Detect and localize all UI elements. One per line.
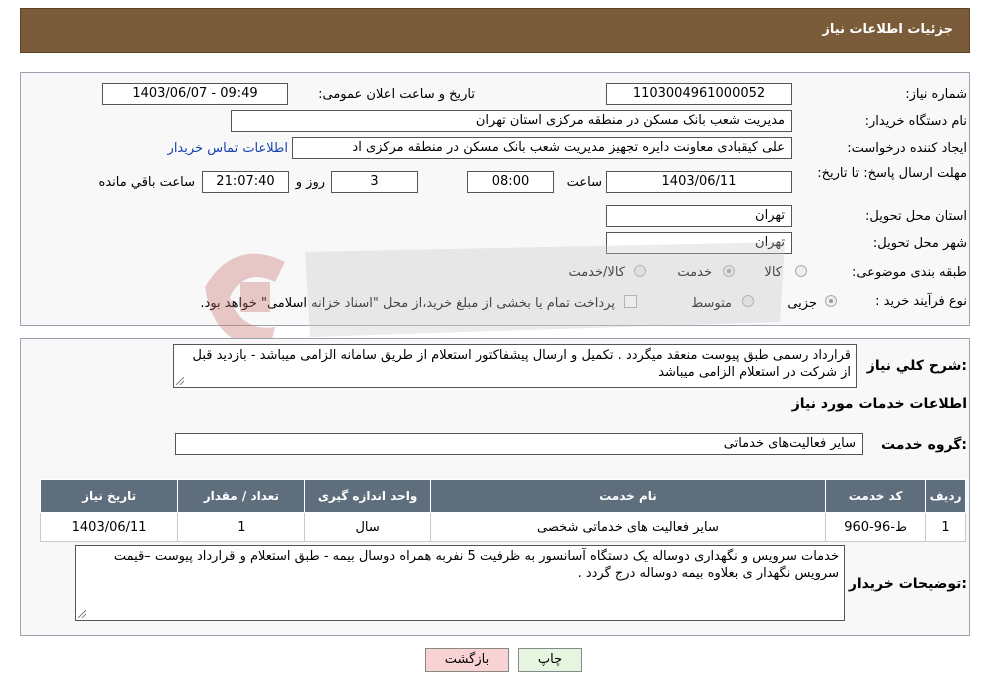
cell-service-code: ط-96-960 [825,512,927,542]
col-need-date: تاريخ نياز [39,479,179,513]
buyer-name-field[interactable]: مدیریت شعب بانک مسکن در منطقه مرکزی استا… [231,110,792,132]
remaining-time-field[interactable]: 21:07:40 [202,171,289,193]
process-type-label: نوع فرآیند خرید : [875,294,967,309]
remaining-days-field[interactable]: 3 [331,171,418,193]
category-service-radio[interactable] [723,265,735,277]
col-row-number: رديف [925,479,966,513]
deadline-time-field[interactable]: 08:00 [467,171,554,193]
buyer-notes-textarea[interactable]: خدمات سرویس و نگهداری دوساله یک دستگاه آ… [75,545,845,621]
category-goods-label: کالا [764,265,782,280]
resize-grip-icon[interactable] [78,610,86,618]
category-goods-radio[interactable] [795,265,807,277]
need-number-field[interactable]: 1103004961000052 [606,83,792,105]
service-group-label: گروه خدمت: [881,437,967,453]
col-unit: واحد اندازه گيری [304,479,431,513]
city-field[interactable]: تهران [606,232,792,254]
category-goods-service-label: کالا/خدمت [568,265,625,280]
col-service-name: نام خدمت [429,479,827,513]
col-quantity: تعداد / مقدار [177,479,306,513]
process-medium-label: متوسط [691,296,732,311]
announce-date-field[interactable]: 1403/06/07 - 09:49 [102,83,288,105]
process-minor-radio[interactable] [825,295,837,307]
province-field[interactable]: تهران [606,205,792,227]
cell-quantity: 1 [177,512,306,542]
col-service-code: كد خدمت [825,479,927,513]
process-medium-radio[interactable] [742,295,754,307]
deadline-label: مهلت ارسال پاسخ: تا تاریخ: [817,166,967,181]
category-label: طبقه بندی موضوعی: [851,265,967,280]
buyer-contact-link[interactable]: اطلاعات تماس خریدار [168,141,288,156]
print-button[interactable]: چاپ [518,648,582,672]
table-row: 1403/06/11 1 سال سایر فعالیت های خدماتی … [39,512,966,542]
cell-need-date: 1403/06/11 [39,512,179,542]
deadline-date-field[interactable]: 1403/06/11 [606,171,792,193]
cell-row-number: 1 [925,512,966,542]
creator-label: ایجاد کننده درخواست: [847,141,967,156]
cell-service-name: سایر فعالیت های خدماتی شخصی [429,512,827,542]
table-header-row: تاريخ نياز تعداد / مقدار واحد اندازه گير… [39,479,966,513]
creator-field[interactable]: علی کیقبادی معاونت دایره تجهیز مدیریت شع… [292,137,792,159]
buyer-name-label: نام دستگاه خریدار: [864,114,967,129]
announce-date-label: تاریخ و ساعت اعلان عمومی: [318,87,475,102]
services-table: تاريخ نياز تعداد / مقدار واحد اندازه گير… [39,479,966,542]
description-label: شرح كلي نياز: [866,358,967,374]
category-service-label: خدمت [677,265,712,280]
buyer-notes-text: خدمات سرویس و نگهداری دوساله یک دستگاه آ… [113,549,839,581]
back-button[interactable]: بازگشت [425,648,509,672]
deadline-time-label: ساعت [566,175,602,190]
province-label: استان محل تحویل: [865,209,967,224]
service-group-field[interactable]: سایر فعالیت‌های خدماتی [175,433,863,455]
process-minor-label: جزیی [787,296,817,311]
need-number-label: شماره نیاز: [905,87,967,102]
description-textarea[interactable]: قرارداد رسمی طبق پیوست منعقد میگردد . تک… [173,344,857,388]
days-label: روز و [295,175,325,190]
city-label: شهر محل تحویل: [872,236,967,251]
services-section-title: اطلاعات خدمات مورد نياز [791,396,967,412]
cell-unit: سال [304,512,431,542]
page-header: جزئیات اطلاعات نیاز [20,8,970,53]
resize-grip-icon[interactable] [176,377,184,385]
description-text: قرارداد رسمی طبق پیوست منعقد میگردد . تک… [192,348,851,380]
treasury-payment-checkbox[interactable] [624,295,637,308]
treasury-payment-note: پرداخت تمام یا بخشی از مبلغ خرید،از محل … [200,296,615,311]
buyer-notes-label: توضیحات خریدار: [848,576,967,592]
remaining-label: ساعت باقي مانده [98,175,195,190]
page-title: جزئیات اطلاعات نیاز [822,22,953,37]
category-goods-service-radio[interactable] [634,265,646,277]
